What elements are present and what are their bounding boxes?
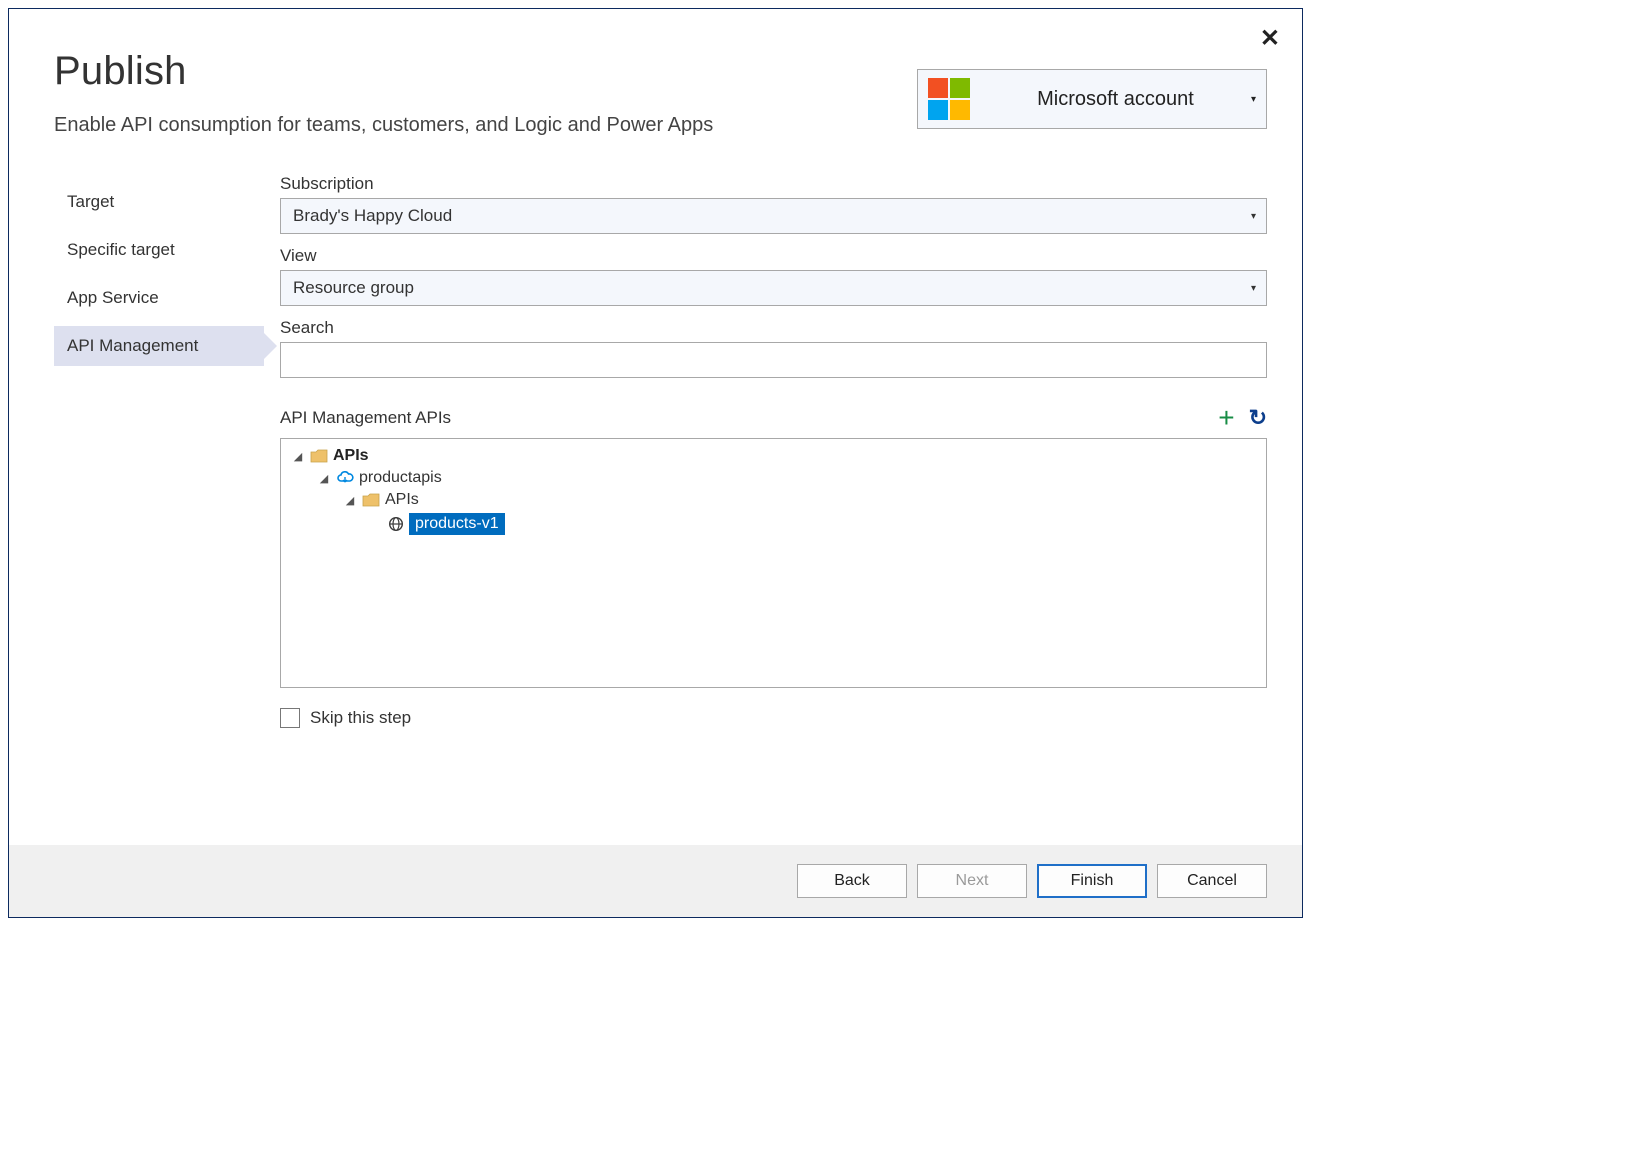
add-icon[interactable]: + bbox=[1218, 404, 1234, 432]
back-button[interactable]: Back bbox=[797, 864, 907, 898]
tree-node-root[interactable]: ◢ APIs bbox=[291, 445, 1256, 467]
search-label: Search bbox=[280, 318, 1267, 338]
expander-icon[interactable]: ◢ bbox=[291, 450, 305, 463]
button-label: Cancel bbox=[1187, 872, 1237, 890]
logo-square bbox=[950, 78, 970, 98]
expander-icon[interactable]: ◢ bbox=[343, 494, 357, 507]
subscription-value: Brady's Happy Cloud bbox=[293, 206, 452, 226]
tree-header-label: API Management APIs bbox=[280, 408, 451, 428]
close-button[interactable]: ✕ bbox=[1260, 27, 1280, 51]
body: Target Specific target App Service API M… bbox=[9, 147, 1302, 845]
tree-node-api-item[interactable]: products-v1 bbox=[291, 511, 1256, 537]
sidebar-item-label: Specific target bbox=[67, 240, 175, 259]
cancel-button[interactable]: Cancel bbox=[1157, 864, 1267, 898]
view-value: Resource group bbox=[293, 278, 414, 298]
view-label: View bbox=[280, 246, 1267, 266]
sidebar-item-api-management[interactable]: API Management bbox=[54, 326, 264, 366]
wizard-sidebar: Target Specific target App Service API M… bbox=[54, 172, 264, 835]
sidebar-item-label: Target bbox=[67, 192, 114, 211]
button-label: Finish bbox=[1071, 872, 1114, 890]
button-label: Next bbox=[956, 872, 989, 890]
publish-wizard-window: ✕ Microsoft account ▾ Publish Enable API… bbox=[8, 8, 1303, 918]
logo-square bbox=[950, 100, 970, 120]
tree-actions: + ↻ bbox=[1218, 404, 1267, 432]
subscription-label: Subscription bbox=[280, 174, 1267, 194]
tree-node-label: APIs bbox=[385, 491, 419, 509]
tree-node-subfolder[interactable]: ◢ APIs bbox=[291, 489, 1256, 511]
account-label: Microsoft account bbox=[980, 88, 1251, 111]
tree-node-label: APIs bbox=[333, 447, 369, 465]
sidebar-item-app-service[interactable]: App Service bbox=[54, 278, 264, 318]
main-panel: Subscription Brady's Happy Cloud ▾ View … bbox=[264, 172, 1267, 835]
wizard-footer: Back Next Finish Cancel bbox=[9, 845, 1302, 917]
logo-square bbox=[928, 78, 948, 98]
globe-icon bbox=[388, 516, 404, 532]
tree-node-label: productapis bbox=[359, 469, 442, 487]
sidebar-item-label: App Service bbox=[67, 288, 159, 307]
logo-square bbox=[928, 100, 948, 120]
account-picker[interactable]: Microsoft account ▾ bbox=[917, 69, 1267, 129]
tree-node-service[interactable]: ◢ productapis bbox=[291, 467, 1256, 489]
folder-icon bbox=[310, 449, 328, 463]
search-input[interactable] bbox=[280, 342, 1267, 378]
tree-node-label: products-v1 bbox=[409, 513, 505, 535]
finish-button[interactable]: Finish bbox=[1037, 864, 1147, 898]
api-tree[interactable]: ◢ APIs ◢ productapis ◢ bbox=[280, 438, 1267, 688]
skip-step-checkbox[interactable] bbox=[280, 708, 300, 728]
refresh-icon[interactable]: ↻ bbox=[1249, 405, 1267, 431]
subscription-dropdown[interactable]: Brady's Happy Cloud ▾ bbox=[280, 198, 1267, 234]
sidebar-item-specific-target[interactable]: Specific target bbox=[54, 230, 264, 270]
tree-header: API Management APIs + ↻ bbox=[280, 404, 1267, 432]
chevron-down-icon: ▾ bbox=[1251, 211, 1256, 222]
skip-step-label: Skip this step bbox=[310, 708, 411, 728]
chevron-down-icon: ▾ bbox=[1251, 94, 1256, 105]
folder-icon bbox=[362, 493, 380, 507]
chevron-down-icon: ▾ bbox=[1251, 283, 1256, 294]
sidebar-item-target[interactable]: Target bbox=[54, 182, 264, 222]
button-label: Back bbox=[834, 872, 870, 890]
sidebar-item-label: API Management bbox=[67, 336, 198, 355]
next-button: Next bbox=[917, 864, 1027, 898]
skip-step-row: Skip this step bbox=[280, 708, 1267, 728]
cloud-icon bbox=[336, 471, 354, 485]
microsoft-logo-icon bbox=[928, 78, 970, 120]
expander-icon[interactable]: ◢ bbox=[317, 472, 331, 485]
view-dropdown[interactable]: Resource group ▾ bbox=[280, 270, 1267, 306]
